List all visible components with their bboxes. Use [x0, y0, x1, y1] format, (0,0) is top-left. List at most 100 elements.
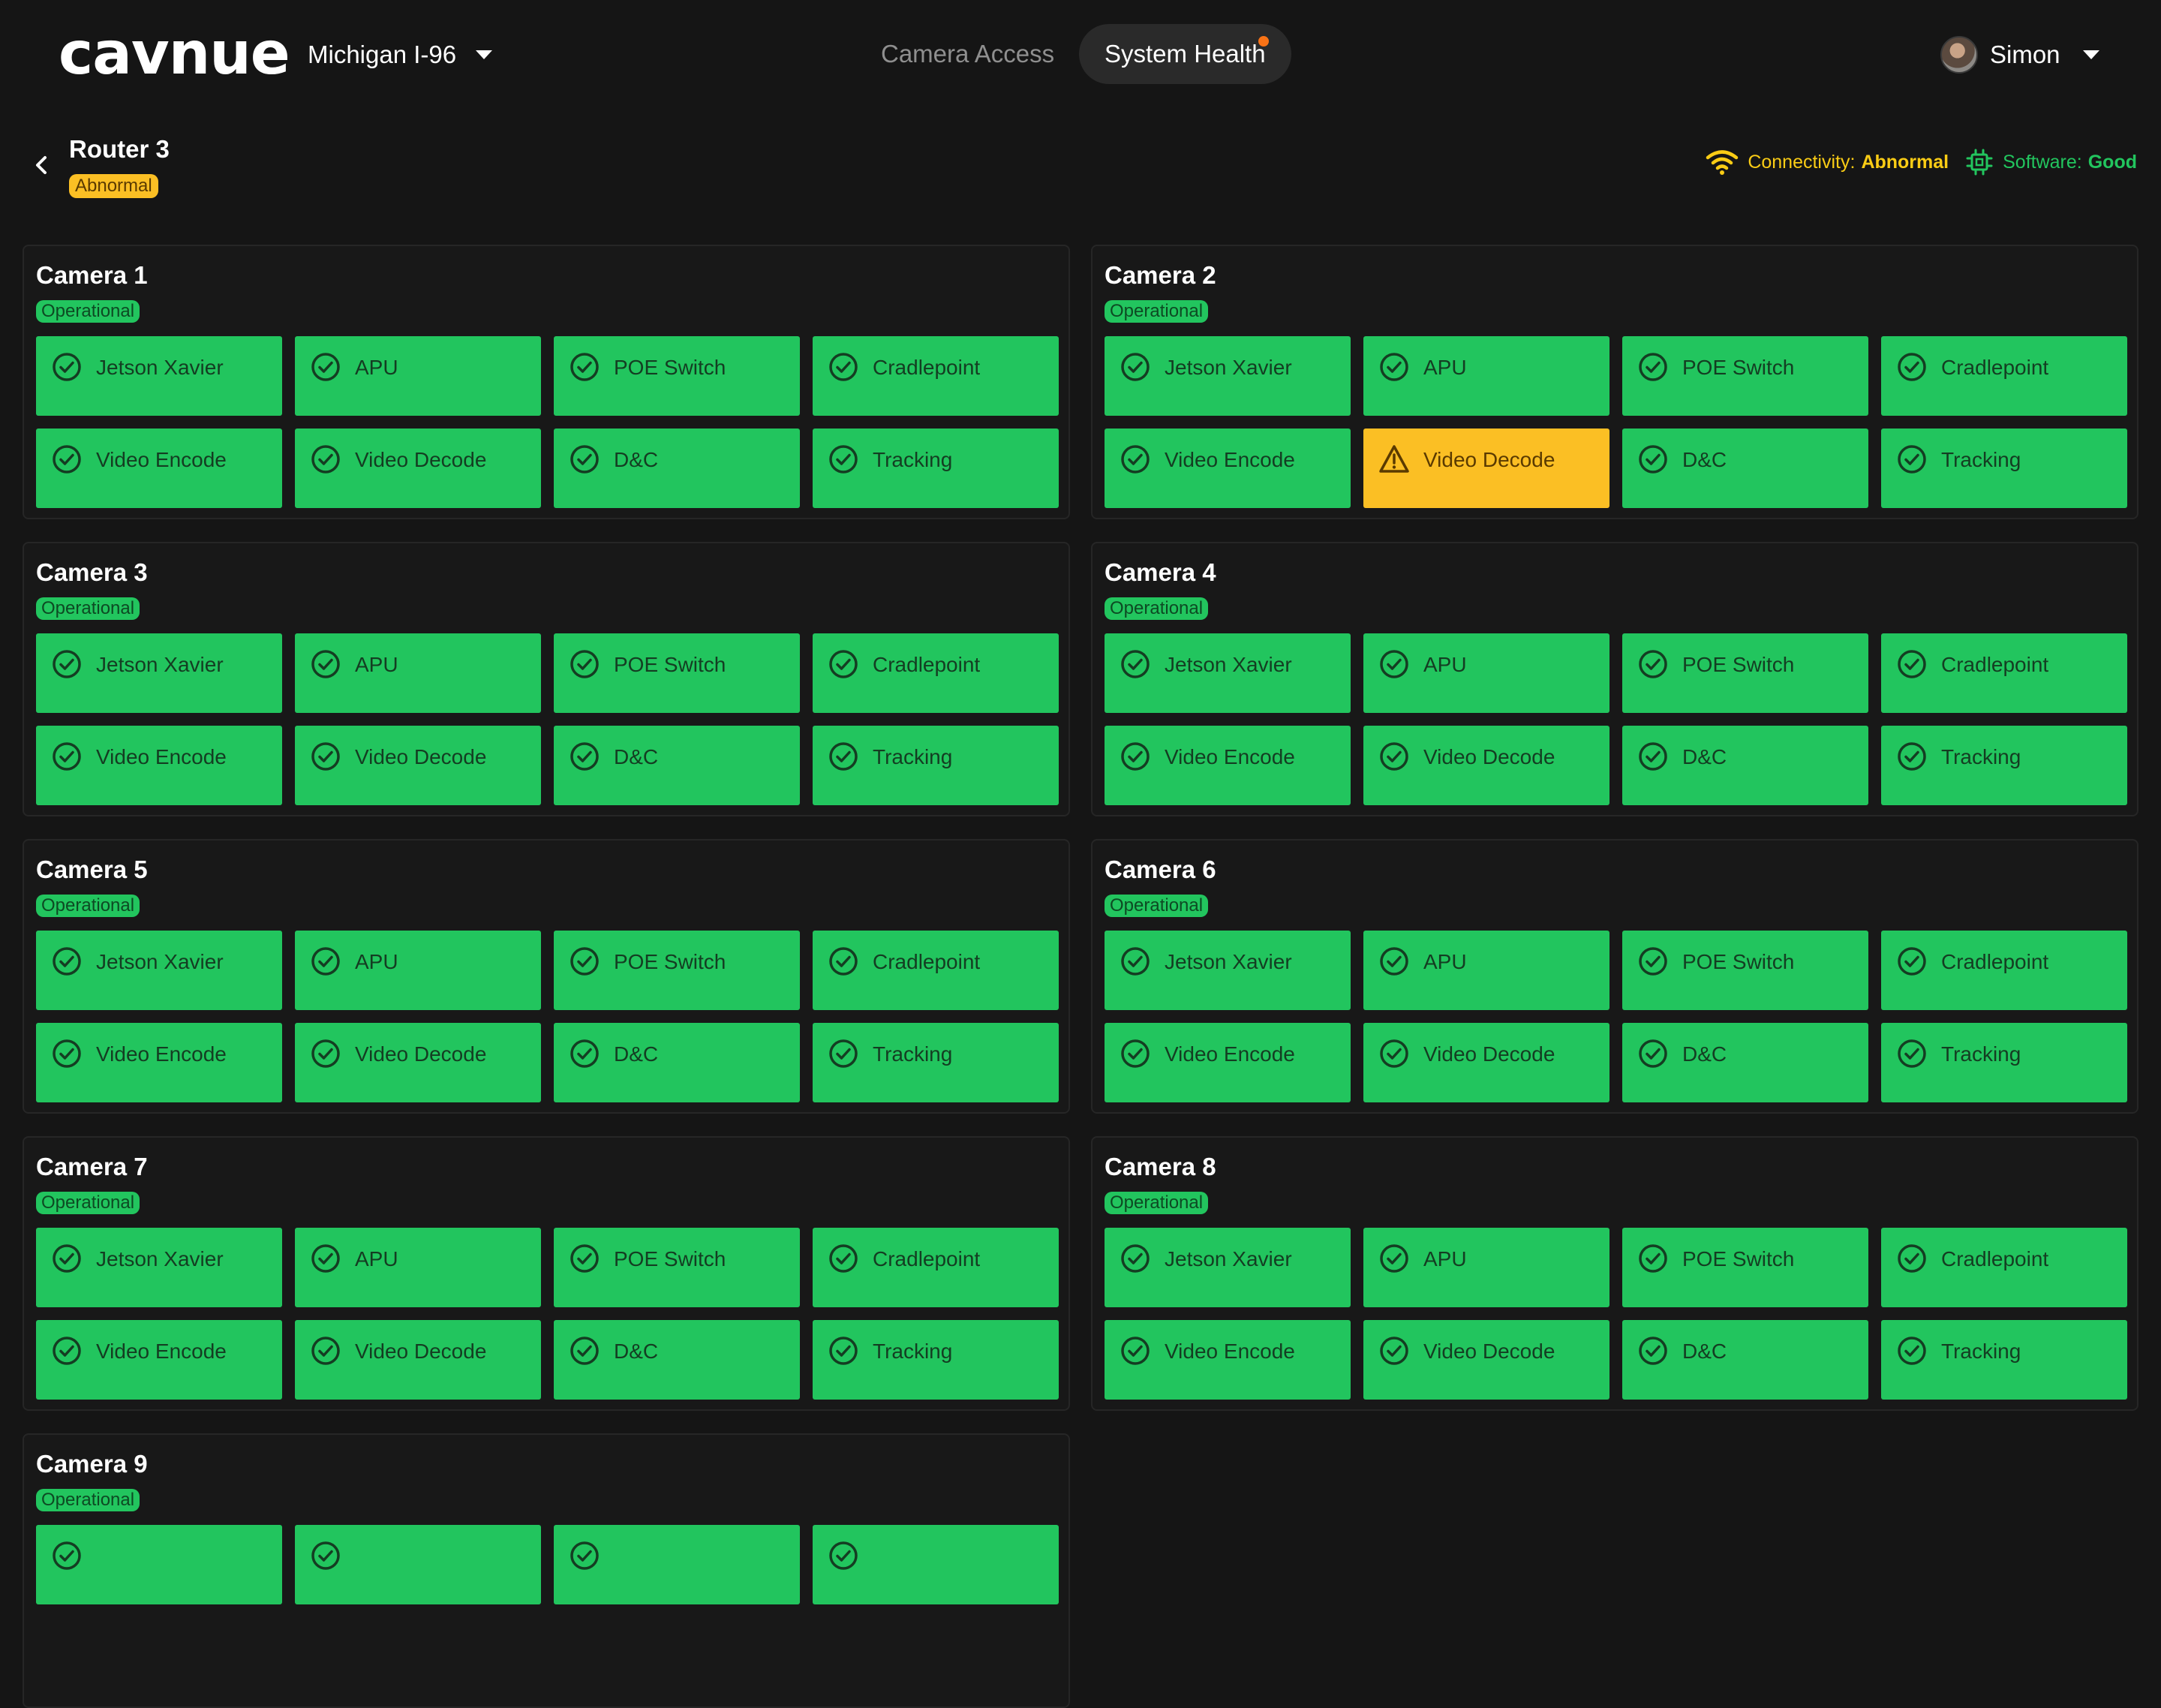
camera-title: Camera 8	[1105, 1153, 1216, 1180]
component-tile[interactable]: Video Encode	[1105, 1023, 1351, 1102]
check-circle-icon	[569, 741, 600, 772]
component-tile[interactable]: APU	[1363, 633, 1609, 713]
component-tile[interactable]: POE Switch	[554, 931, 800, 1010]
component-tile[interactable]: POE Switch	[554, 1228, 800, 1307]
status-badge: Abnormal	[69, 174, 158, 198]
status-badge: Operational	[1105, 597, 1209, 620]
component-tile[interactable]: Video Decode	[1363, 1320, 1609, 1400]
back-button[interactable]	[30, 150, 53, 180]
component-tile[interactable]: D&C	[1622, 429, 1868, 508]
component-tile[interactable]: Jetson Xavier	[36, 931, 282, 1010]
check-circle-icon	[310, 648, 341, 680]
component-tile[interactable]: Video Decode	[1363, 726, 1609, 805]
component-label: Cradlepoint	[1941, 356, 2049, 379]
check-circle-icon	[1120, 444, 1151, 475]
component-tile[interactable]: Cradlepoint	[813, 633, 1059, 713]
component-label: Tracking	[873, 1042, 953, 1066]
component-tile[interactable]: Cradlepoint	[1881, 1228, 2127, 1307]
component-tile[interactable]: Video Decode	[1363, 1023, 1609, 1102]
check-circle-icon	[1637, 1335, 1669, 1367]
check-circle-icon	[51, 648, 83, 680]
tab-camera-access[interactable]: Camera Access	[855, 24, 1080, 84]
component-tile[interactable]: Jetson Xavier	[36, 633, 282, 713]
status-badge: Operational	[36, 895, 140, 917]
component-tile[interactable]: Tracking	[1881, 1023, 2127, 1102]
component-tile[interactable]: Jetson Xavier	[1105, 633, 1351, 713]
user-name: Simon	[1990, 41, 2060, 68]
tab-system-health[interactable]: System Health	[1079, 24, 1291, 84]
component-tile[interactable]: Jetson Xavier	[1105, 1228, 1351, 1307]
component-tile[interactable]: POE Switch	[1622, 633, 1868, 713]
component-tile[interactable]: Video Decode	[295, 429, 541, 508]
check-circle-icon	[51, 946, 83, 977]
component-tile[interactable]: D&C	[1622, 1023, 1868, 1102]
component-tile[interactable]: Video Encode	[1105, 726, 1351, 805]
component-tile[interactable]: Video Encode	[36, 429, 282, 508]
component-tile[interactable]: Video Encode	[1105, 429, 1351, 508]
component-tile[interactable]: Video Decode	[1363, 429, 1609, 508]
camera-title: Camera 6	[1105, 856, 1216, 883]
component-tile[interactable]: APU	[295, 633, 541, 713]
component-tile[interactable]: Video Decode	[295, 1320, 541, 1400]
chevron-left-icon	[36, 156, 47, 174]
component-tile[interactable]: Cradlepoint	[813, 931, 1059, 1010]
component-tile[interactable]: Tracking	[813, 1320, 1059, 1400]
component-tile[interactable]: Video Encode	[36, 1023, 282, 1102]
component-tile[interactable]: Cradlepoint	[813, 1228, 1059, 1307]
component-tile[interactable]: Tracking	[1881, 1320, 2127, 1400]
status-badge: Operational	[1105, 1192, 1209, 1214]
component-tile[interactable]: D&C	[554, 726, 800, 805]
app-logo[interactable]: cavnue	[59, 17, 290, 92]
component-tile[interactable]: D&C	[1622, 1320, 1868, 1400]
component-grid: Jetson Xavier APU POE Switch Cradlepoint Vid…	[1105, 633, 2128, 805]
component-tile[interactable]: Video Encode	[36, 726, 282, 805]
component-tile[interactable]: Tracking	[1881, 429, 2127, 508]
camera-title: Camera 2	[1105, 261, 1216, 289]
component-label: D&C	[1682, 745, 1727, 768]
component-tile[interactable]: Video Decode	[295, 726, 541, 805]
component-tile[interactable]: Cradlepoint	[1881, 633, 2127, 713]
camera-grid: Camera 1 Operational Jetson Xavier APU POE…	[23, 245, 2138, 1708]
component-label: D&C	[614, 448, 659, 471]
component-tile[interactable]: Tracking	[813, 429, 1059, 508]
component-tile[interactable]: Jetson Xavier	[1105, 931, 1351, 1010]
component-tile[interactable]: APU	[1363, 931, 1609, 1010]
check-circle-icon	[1637, 444, 1669, 475]
wifi-icon	[1706, 150, 1739, 175]
check-circle-icon	[569, 1335, 600, 1367]
component-tile[interactable]: POE Switch	[554, 633, 800, 713]
check-circle-icon	[569, 444, 600, 475]
component-tile[interactable]: Tracking	[1881, 726, 2127, 805]
user-menu[interactable]: Simon	[1940, 33, 2099, 77]
component-tile[interactable]: POE Switch	[1622, 1228, 1868, 1307]
connectivity-value: Abnormal	[1861, 151, 1949, 173]
component-tile[interactable]: POE Switch	[1622, 336, 1868, 416]
component-tile[interactable]: APU	[1363, 336, 1609, 416]
component-tile[interactable]: D&C	[554, 1320, 800, 1400]
component-tile[interactable]: Cradlepoint	[1881, 336, 2127, 416]
component-tile[interactable]: APU	[295, 336, 541, 416]
component-label: Jetson Xavier	[96, 356, 224, 379]
component-tile[interactable]: D&C	[554, 429, 800, 508]
component-tile[interactable]: POE Switch	[1622, 931, 1868, 1010]
component-tile[interactable]: POE Switch	[554, 336, 800, 416]
component-tile[interactable]: Video Encode	[1105, 1320, 1351, 1400]
component-tile[interactable]: APU	[295, 1228, 541, 1307]
component-tile[interactable]: Jetson Xavier	[36, 1228, 282, 1307]
component-grid: Jetson Xavier APU POE Switch Cradlepoint Vid…	[1105, 336, 2128, 508]
component-tile[interactable]: Jetson Xavier	[1105, 336, 1351, 416]
component-tile[interactable]: Video Decode	[295, 1023, 541, 1102]
camera-card-3: Camera 3 Operational Jetson Xavier APU POE…	[23, 542, 1070, 816]
component-tile[interactable]: APU	[295, 931, 541, 1010]
component-tile[interactable]: Tracking	[813, 726, 1059, 805]
check-circle-icon	[569, 1038, 600, 1069]
component-tile[interactable]: D&C	[1622, 726, 1868, 805]
component-tile[interactable]: D&C	[554, 1023, 800, 1102]
component-tile[interactable]: Video Encode	[36, 1320, 282, 1400]
component-tile[interactable]: APU	[1363, 1228, 1609, 1307]
component-tile[interactable]: Cradlepoint	[1881, 931, 2127, 1010]
component-tile[interactable]: Cradlepoint	[813, 336, 1059, 416]
site-selector[interactable]: Michigan I-96	[308, 33, 493, 77]
component-tile[interactable]: Tracking	[813, 1023, 1059, 1102]
component-tile[interactable]: Jetson Xavier	[36, 336, 282, 416]
